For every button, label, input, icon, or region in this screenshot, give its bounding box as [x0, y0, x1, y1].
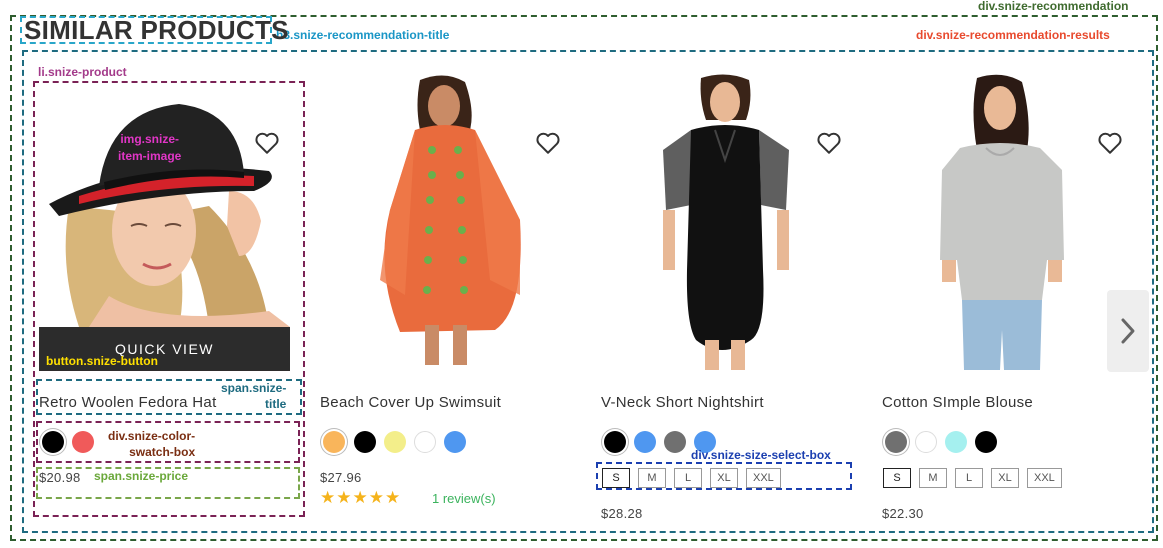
annotation-button: button.snize-button — [46, 354, 158, 368]
color-swatch-white[interactable] — [915, 431, 937, 453]
reviews-link[interactable]: 1 review(s) — [432, 491, 496, 506]
size-option-xxl[interactable]: XXL — [746, 468, 781, 488]
product-price: $20.98 — [39, 470, 81, 485]
color-swatch-black[interactable] — [975, 431, 997, 453]
annotation-span-title: span.snize- title — [221, 381, 287, 411]
color-swatch-blue[interactable] — [634, 431, 656, 453]
color-swatch-orange[interactable] — [323, 431, 345, 453]
rating-stars: ★★★★★ — [320, 488, 402, 508]
size-option-xxl[interactable]: XXL — [1027, 468, 1062, 488]
color-swatch-gray[interactable] — [885, 431, 907, 453]
size-select-box: S M L XL XXL — [602, 468, 781, 488]
carousel-next-button[interactable] — [1107, 290, 1149, 372]
size-option-m[interactable]: M — [638, 468, 666, 488]
blouse-photo — [882, 70, 1097, 370]
product-image-nightshirt[interactable] — [601, 70, 851, 370]
section-title: SIMILAR PRODUCTS — [24, 15, 289, 45]
product-title[interactable]: V-Neck Short Nightshirt — [601, 394, 764, 411]
wishlist-heart-icon[interactable] — [535, 131, 561, 155]
product-price: $27.96 — [320, 470, 362, 485]
annotation-item-image: img.snize- item-image — [118, 132, 182, 163]
size-option-xl[interactable]: XL — [710, 468, 738, 488]
color-swatch-white[interactable] — [414, 431, 436, 453]
product-title[interactable]: Cotton SImple Blouse — [882, 394, 1033, 411]
annotation-size-box: div.snize-size-select-box — [691, 448, 831, 462]
product-image-blouse[interactable] — [882, 70, 1097, 370]
annotation-swatch-box: div.snize-color- swatch-box — [108, 429, 196, 459]
annotation-price: span.snize-price — [94, 469, 189, 483]
product-title[interactable]: Beach Cover Up Swimsuit — [320, 394, 501, 411]
color-swatch-black[interactable] — [42, 431, 64, 453]
color-swatch-blue[interactable] — [444, 431, 466, 453]
product-image-swimsuit[interactable] — [320, 70, 570, 370]
size-option-l[interactable]: L — [955, 468, 983, 488]
color-swatch-red[interactable] — [72, 431, 94, 453]
swimsuit-photo — [320, 70, 570, 370]
color-swatch-yellow[interactable] — [384, 431, 406, 453]
wishlist-heart-icon[interactable] — [1097, 131, 1123, 155]
size-option-l[interactable]: L — [674, 468, 702, 488]
wishlist-heart-icon[interactable] — [254, 131, 280, 155]
size-option-s[interactable]: S — [883, 468, 911, 488]
product-price: $22.30 — [882, 506, 924, 521]
size-option-m[interactable]: M — [919, 468, 947, 488]
annotation-product: li.snize-product — [38, 65, 127, 79]
color-swatch-gray[interactable] — [664, 431, 686, 453]
color-swatch-black[interactable] — [354, 431, 376, 453]
chevron-right-icon — [1121, 318, 1135, 344]
nightshirt-photo — [601, 70, 851, 370]
size-option-xl[interactable]: XL — [991, 468, 1019, 488]
color-swatch-black[interactable] — [604, 431, 626, 453]
product-price: $28.28 — [601, 506, 643, 521]
annotation-recommendation: div.snize-recommendation — [978, 0, 1129, 13]
wishlist-heart-icon[interactable] — [816, 131, 842, 155]
color-swatch-cyan[interactable] — [945, 431, 967, 453]
product-title[interactable]: Retro Woolen Fedora Hat — [39, 394, 217, 411]
annotation-results: div.snize-recommendation-results — [916, 28, 1110, 42]
size-select-box: S M L XL XXL — [883, 468, 1062, 488]
size-option-s[interactable]: S — [602, 468, 630, 488]
annotation-title: h3.snize-recommendation-title — [276, 28, 450, 42]
